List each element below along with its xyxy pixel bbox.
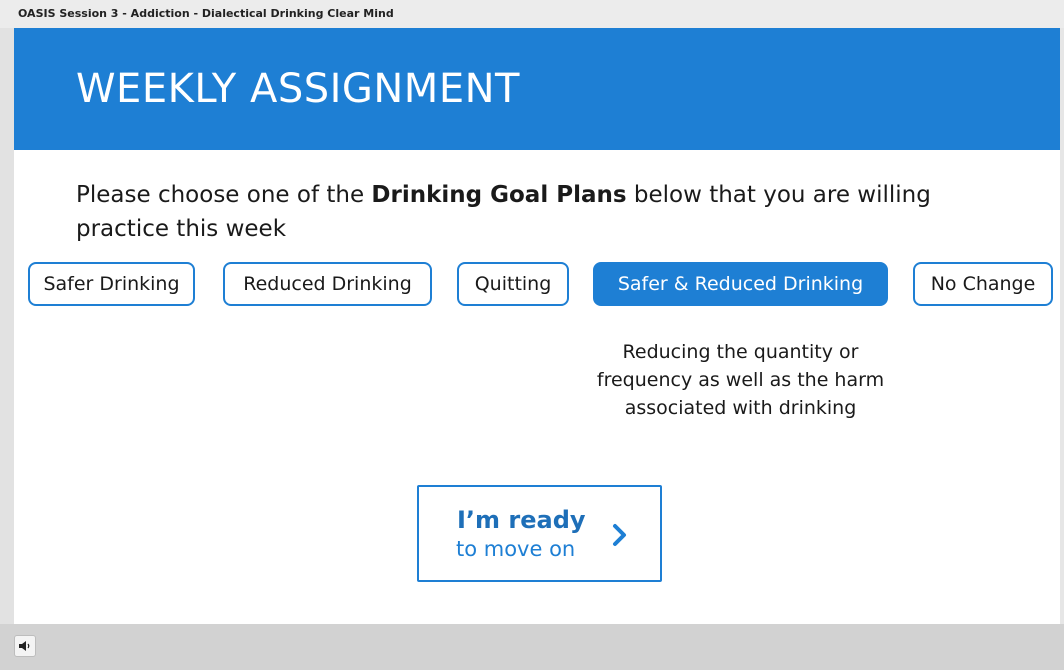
slide-edge [1060,28,1064,624]
next-button-label-secondary: to move on [456,537,576,561]
option-safer-reduced-drinking-button[interactable]: Safer & Reduced Drinking [593,262,888,306]
chevron-right-icon [613,524,626,546]
window-title-bar: OASIS Session 3 - Addiction - Dialectica… [0,0,1064,28]
window-title: OASIS Session 3 - Addiction - Dialectica… [18,7,394,20]
speaker-icon [19,641,30,651]
option-quitting-button[interactable]: Quitting [457,262,569,306]
option-reduced-drinking-button[interactable]: Reduced Drinking [223,262,432,306]
header-banner: WEEKLY ASSIGNMENT [14,28,1064,150]
audio-toggle-button[interactable] [14,635,36,657]
ready-to-move-on-button[interactable]: I’m ready to move on [417,485,662,582]
slide-content: WEEKLY ASSIGNMENT Please choose one of t… [14,28,1064,624]
instruction-text: Please choose one of the Drinking Goal P… [76,178,996,246]
instruction-text-emphasis: Drinking Goal Plans [371,182,627,208]
next-button-label-primary: I’m ready [457,506,586,534]
option-no-change-button[interactable]: No Change [913,262,1053,306]
page-title: WEEKLY ASSIGNMENT [76,66,520,112]
player-window: OASIS Session 3 - Addiction - Dialectica… [0,0,1064,670]
option-description: Reducing the quantity or frequency as we… [596,341,885,419]
player-controls-bar [0,624,1064,670]
option-safer-drinking-button[interactable]: Safer Drinking [28,262,195,306]
instruction-text-start: Please choose one of the [76,182,372,208]
